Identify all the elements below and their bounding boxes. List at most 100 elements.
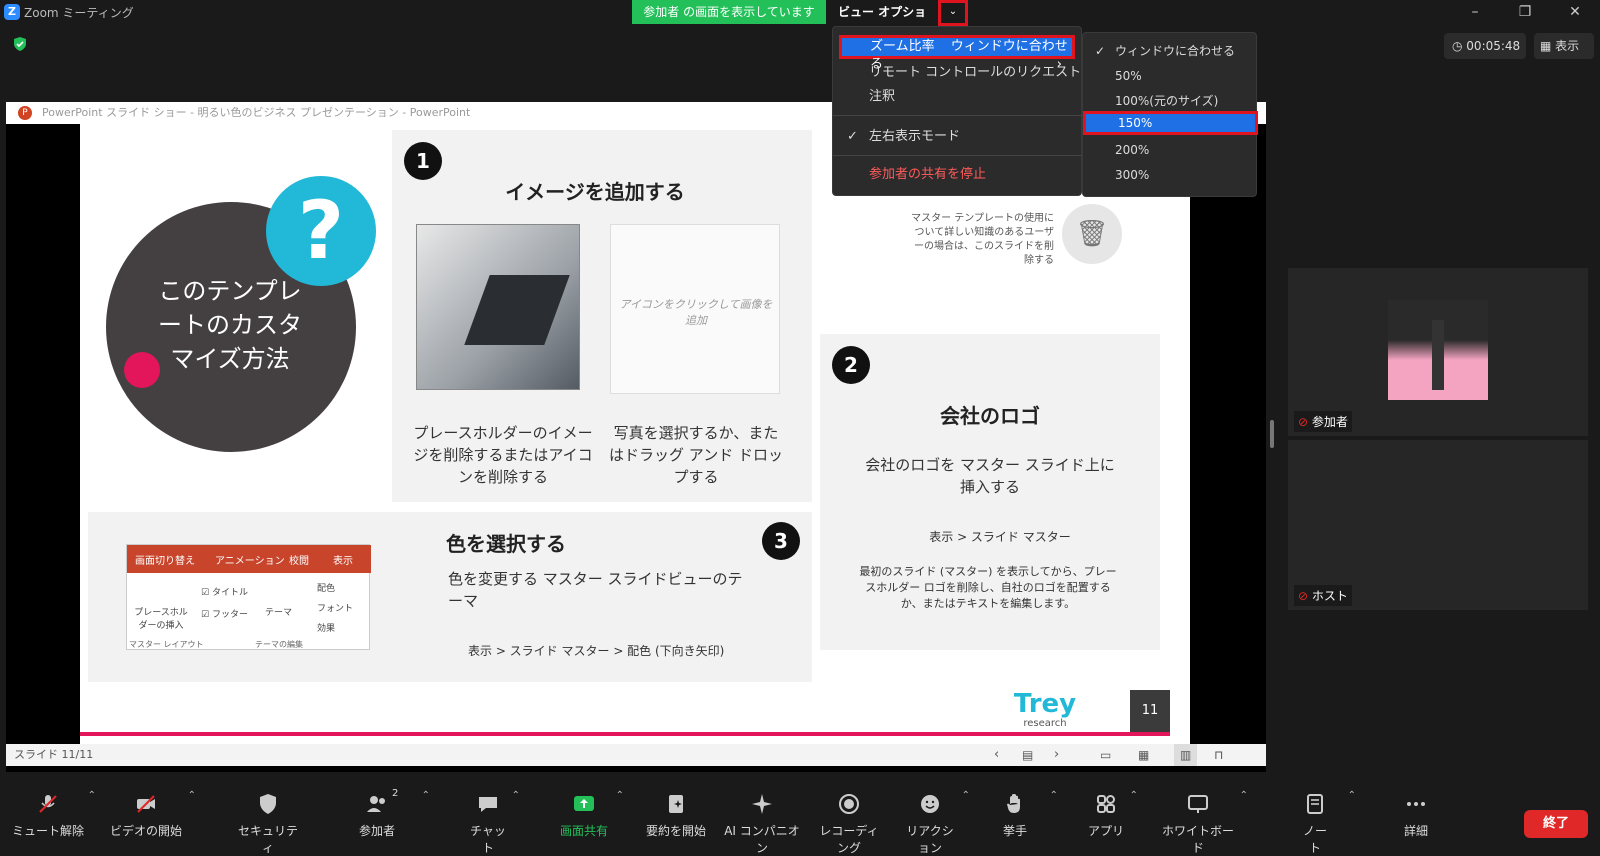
- toolbar-label: 要約を開始: [645, 824, 706, 838]
- zoom-option-300[interactable]: 300%: [1083, 163, 1258, 187]
- chevron-up-icon[interactable]: ⌃: [88, 790, 96, 801]
- toolbar-label: セキュリティ: [237, 824, 298, 855]
- menu-annotate[interactable]: 注釈: [833, 85, 1083, 109]
- ribbon-tab-1: 画面切り替え: [135, 556, 195, 567]
- slide-sorter-icon[interactable]: ▤: [1022, 744, 1033, 766]
- share-screen-icon: [574, 796, 594, 811]
- footer-accent-bar: [80, 732, 1170, 736]
- chat-button[interactable]: チャット ⌃: [468, 780, 520, 855]
- toolbar-label: ノート: [1302, 824, 1327, 855]
- more-icon: [1407, 802, 1425, 806]
- ai-companion-button[interactable]: AI コンパニオン: [724, 780, 800, 855]
- zoom-option-fit[interactable]: ✓ ウィンドウに合わせる: [1083, 39, 1258, 63]
- whiteboard-icon: [1188, 795, 1208, 813]
- toolbar-label: 画面共有: [559, 824, 608, 838]
- menu-remote-control[interactable]: リモート コントロールのリクエスト: [833, 61, 1083, 85]
- view-options-dropdown-button[interactable]: ⌄: [938, 0, 968, 26]
- meeting-timer: ◷ 00:05:48: [1444, 33, 1526, 59]
- whiteboard-button[interactable]: ホワイトボード ⌃: [1160, 780, 1248, 855]
- menu-zoom-ratio[interactable]: ズーム比率 ウィンドウに合わせる ›: [839, 35, 1075, 72]
- notes-icon: [1307, 794, 1323, 814]
- zoom-option-200[interactable]: 200%: [1083, 138, 1258, 162]
- powerpoint-status-bar: スライド 11/11 ‹ ▤ › ▭ ▦ ▥ ⊓: [6, 744, 1266, 766]
- participant-name-tag: ⊘ 参加者: [1294, 411, 1352, 432]
- next-slide-icon[interactable]: ›: [1054, 744, 1059, 766]
- chevron-up-icon[interactable]: ⌃: [616, 790, 624, 801]
- zoom-submenu: ✓ ウィンドウに合わせる 50% 100%(元のサイズ) 150% 200% 30…: [1082, 32, 1258, 197]
- mute-button[interactable]: ミュート解除 ⌃: [12, 780, 96, 849]
- ribbon-tab-2: アニメーション: [215, 556, 285, 567]
- close-icon[interactable]: ✕: [1560, 2, 1590, 22]
- more-button[interactable]: 詳細: [1396, 780, 1436, 849]
- summary-button[interactable]: 要約を開始: [644, 780, 708, 849]
- participants-button[interactable]: 参加者 2 ⌃: [352, 780, 430, 849]
- question-mark-icon: ?: [266, 176, 376, 286]
- security-button[interactable]: セキュリティ: [236, 780, 300, 855]
- chevron-up-icon[interactable]: ⌃: [422, 790, 430, 801]
- ribbon-group-2: テーマの編集: [255, 640, 303, 649]
- step2-number: 2: [832, 346, 870, 384]
- main-title: このテンプレートのカスタマイズ方法: [158, 277, 302, 373]
- ribbon-placeholder-insert: プレースホルダーの挿入: [134, 608, 188, 631]
- video-button[interactable]: ビデオの開始 ⌃: [108, 780, 196, 849]
- prev-slide-icon[interactable]: ‹: [994, 744, 999, 766]
- trash-icon: 🗑: [1062, 204, 1122, 264]
- view-button[interactable]: ▦ 表示: [1534, 33, 1594, 59]
- encryption-shield-icon[interactable]: [12, 36, 28, 52]
- record-button[interactable]: レコーディング: [814, 780, 884, 855]
- share-screen-button[interactable]: 画面共有 ⌃: [556, 780, 624, 849]
- participant-tile-2[interactable]: ⊘ ホスト: [1288, 440, 1588, 610]
- raise-hand-button[interactable]: 挙手 ⌃: [1000, 780, 1058, 849]
- reading-view-icon[interactable]: ▥: [1174, 744, 1198, 766]
- ribbon-footer-check: ☑ フッター: [201, 610, 248, 620]
- clock-icon: ◷: [1452, 39, 1467, 53]
- apps-icon: [1097, 795, 1115, 813]
- chevron-up-icon[interactable]: ⌃: [962, 790, 970, 801]
- record-icon: [839, 794, 859, 814]
- participant-count-badge: 2: [392, 788, 399, 799]
- step2-title: 会社のロゴ: [940, 404, 1040, 428]
- minimize-icon[interactable]: –: [1460, 2, 1490, 22]
- normal-view-icon[interactable]: ▭: [1100, 744, 1111, 766]
- step2-path: 表示 > スライド マスター: [929, 530, 1071, 544]
- panel-resize-handle[interactable]: [1270, 420, 1274, 448]
- chevron-up-icon[interactable]: ⌃: [188, 790, 196, 801]
- restore-icon[interactable]: ❐: [1510, 2, 1540, 22]
- chevron-up-icon[interactable]: ⌃: [1130, 790, 1138, 801]
- ribbon-tab-4: 表示: [333, 556, 353, 567]
- step1-title: イメージを追加する: [505, 180, 685, 204]
- slideshow-icon[interactable]: ⊓: [1214, 744, 1223, 766]
- chevron-up-icon[interactable]: ⌃: [512, 790, 520, 801]
- participants-icon: [367, 796, 385, 812]
- menu-stop-share[interactable]: 参加者の共有を停止: [833, 163, 1083, 187]
- zoom-option-50[interactable]: 50%: [1083, 64, 1258, 88]
- toolbar-label: アプリ: [1087, 824, 1124, 838]
- logo-text: Trey: [1013, 689, 1077, 719]
- toolbar-label: 参加者: [358, 824, 395, 838]
- zoom-option-100[interactable]: 100%(元のサイズ): [1083, 89, 1258, 113]
- chevron-up-icon[interactable]: ⌃: [1050, 790, 1058, 801]
- shared-screen[interactable]: P PowerPoint スライド ショー - 明るい色のビジネス プレゼンテー…: [6, 102, 1266, 772]
- toolbar-label: リアクション: [906, 824, 954, 855]
- participant-tile-1[interactable]: ⊘ 参加者: [1288, 268, 1588, 436]
- step1-caption-b: 写真を選択するか、またはドラッグ アンド ドロップする: [609, 424, 783, 486]
- view-button-label: 表示: [1555, 39, 1580, 53]
- notes-button[interactable]: ノート ⌃: [1298, 780, 1356, 855]
- chevron-up-icon[interactable]: ⌃: [1240, 790, 1248, 801]
- zoom-logo-icon: Z: [4, 4, 20, 20]
- toolbar-label: ビデオの開始: [109, 824, 182, 838]
- chevron-up-icon[interactable]: ⌃: [1348, 790, 1356, 801]
- master-note: マスター テンプレートの使用について詳しい知識のあるユーザーの場合は、このスライ…: [911, 213, 1054, 266]
- reaction-button[interactable]: リアクション ⌃: [902, 780, 970, 855]
- grid-icon[interactable]: ▦: [1138, 744, 1149, 766]
- view-options-label[interactable]: ビュー オプション: [838, 0, 934, 43]
- grid-view-icon: ▦: [1540, 39, 1556, 53]
- zoom-option-150[interactable]: 150%: [1083, 111, 1258, 135]
- apps-button[interactable]: アプリ ⌃: [1086, 780, 1138, 849]
- ribbon-title-check: ☑ タイトル: [201, 588, 248, 598]
- step1-number: 1: [404, 142, 442, 180]
- tower-shape: [1432, 320, 1444, 390]
- video-off-icon: [137, 795, 155, 813]
- end-meeting-button[interactable]: 終了: [1524, 810, 1588, 838]
- menu-side-by-side[interactable]: ✓ 左右表示モード: [833, 125, 1083, 149]
